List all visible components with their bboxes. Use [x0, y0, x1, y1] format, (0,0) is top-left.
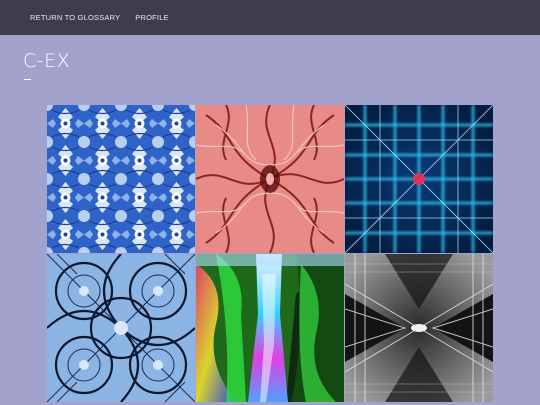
blue-black-lattice-image	[47, 254, 195, 402]
gallery-image-4[interactable]	[47, 254, 195, 402]
gallery-image-3[interactable]	[345, 105, 493, 253]
gallery-image-6[interactable]	[345, 254, 493, 402]
gallery-image-5[interactable]	[196, 254, 344, 402]
title-underline	[24, 79, 31, 80]
image-gallery	[47, 105, 493, 405]
grayscale-mirrored-architecture-image	[345, 254, 493, 402]
gallery-image-2[interactable]	[196, 105, 344, 253]
red-branching-kaleidoscope-image	[196, 105, 344, 253]
profile-link[interactable]: PROFILE	[135, 13, 169, 22]
neon-blue-grid-image	[345, 105, 493, 253]
psychedelic-waterfall-image	[196, 254, 344, 402]
page-title: C-EX	[23, 50, 71, 72]
blue-white-kaleidoscope-image	[47, 105, 195, 253]
gallery-image-1[interactable]	[47, 105, 195, 253]
top-navigation-bar: RETURN TO GLOSSARY PROFILE	[0, 0, 540, 35]
return-to-glossary-link[interactable]: RETURN TO GLOSSARY	[30, 13, 120, 22]
